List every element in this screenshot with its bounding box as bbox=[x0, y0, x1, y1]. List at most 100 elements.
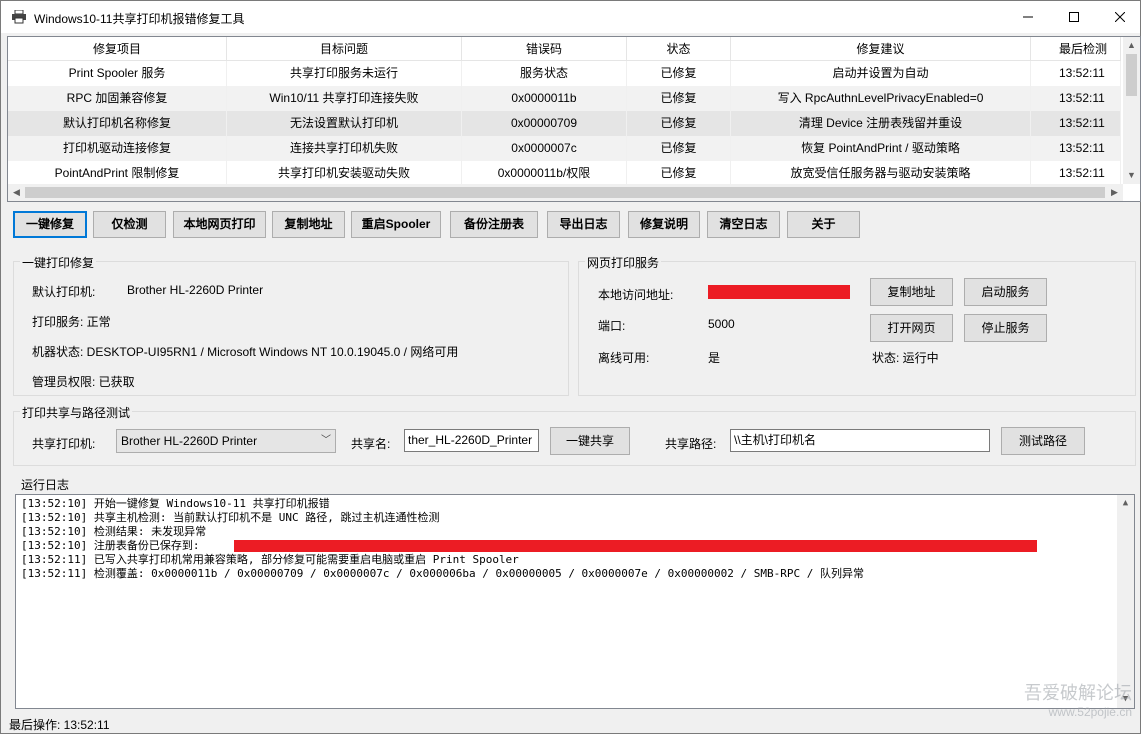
table-row[interactable]: 打印机驱动连接修复 连接共享打印机失败 0x0000007c 已修复 恢复 Po… bbox=[8, 136, 1121, 161]
log-title: 运行日志 bbox=[21, 478, 70, 492]
log-line: [13:52:10] 共享主机检测: 当前默认打印机不是 UNC 路径, 跳过主… bbox=[21, 511, 440, 524]
table-row-selected[interactable]: 默认打印机名称修复 无法设置默认打印机 0x00000709 已修复 清理 De… bbox=[8, 111, 1121, 136]
one-click-share-button[interactable]: 一键共享 bbox=[550, 427, 630, 455]
offline-value: 是 bbox=[708, 351, 721, 365]
printer-icon bbox=[12, 10, 26, 24]
table-cell: 恢复 PointAndPrint / 驱动策略 bbox=[731, 136, 1031, 161]
redacted-path bbox=[234, 540, 1037, 552]
log-line-text: [13:52:10] 注册表备份已保存到: bbox=[21, 539, 200, 552]
table-cell: 放宽受信任服务器与驱动安装策略 bbox=[731, 161, 1031, 186]
minimize-button[interactable] bbox=[1005, 1, 1051, 33]
start-service-button[interactable]: 启动服务 bbox=[964, 278, 1047, 306]
detect-only-button[interactable]: 仅检测 bbox=[93, 211, 166, 238]
share-name-input[interactable]: ther_HL-2260D_Printer bbox=[404, 429, 539, 452]
export-log-button[interactable]: 导出日志 bbox=[547, 211, 620, 238]
scroll-right-icon[interactable]: ▶ bbox=[1106, 184, 1123, 201]
table-cell: 打印机驱动连接修复 bbox=[8, 136, 227, 161]
web-copy-address-button[interactable]: 复制地址 bbox=[870, 278, 953, 306]
log-line: [13:52:10] 开始一键修复 Windows10-11 共享打印机报错 bbox=[21, 497, 330, 510]
last-operation-status: 最后操作: 13:52:11 bbox=[9, 718, 110, 732]
log-line: [13:52:11] 已写入共享打印机常用兼容策略, 部分修复可能需要重启电脑或… bbox=[21, 553, 519, 566]
table-cell: RPC 加固兼容修复 bbox=[8, 86, 227, 111]
offline-label: 离线可用: bbox=[598, 351, 650, 365]
share-name-label: 共享名: bbox=[351, 437, 391, 451]
table-header: 修复项目 目标问题 错误码 状态 修复建议 最后检测 bbox=[8, 37, 1121, 61]
share-printer-select[interactable]: Brother HL-2260D Printer ﹀ bbox=[116, 429, 336, 453]
column-header[interactable]: 修复建议 bbox=[731, 37, 1031, 61]
watermark-line-1: 吾爱破解论坛 bbox=[1024, 683, 1132, 703]
column-header[interactable]: 目标问题 bbox=[227, 37, 462, 61]
table-cell: 已修复 bbox=[627, 161, 731, 186]
table-cell: 共享打印机安装驱动失败 bbox=[227, 161, 462, 186]
copy-address-button[interactable]: 复制地址 bbox=[272, 211, 345, 238]
group-title: 一键打印修复 bbox=[20, 254, 97, 271]
table-cell: 13:52:11 bbox=[1031, 111, 1121, 136]
port-label: 端口: bbox=[598, 319, 626, 333]
table-cell: 13:52:11 bbox=[1031, 86, 1121, 111]
maximize-icon bbox=[1069, 12, 1079, 22]
column-header[interactable]: 最后检测 bbox=[1031, 37, 1121, 61]
table-cell: 启动并设置为自动 bbox=[731, 61, 1031, 86]
window-title: Windows10-11共享打印机报错修复工具 bbox=[34, 12, 245, 26]
maximize-button[interactable] bbox=[1051, 1, 1097, 33]
table-cell: 0x0000011b bbox=[462, 86, 627, 111]
column-header[interactable]: 状态 bbox=[627, 37, 731, 61]
table-cell: 已修复 bbox=[627, 136, 731, 161]
scroll-up-icon[interactable]: ▲ bbox=[1123, 37, 1140, 54]
machine-state: 机器状态: DESKTOP-UI95RN1 / Microsoft Window… bbox=[32, 345, 459, 359]
table-row[interactable]: PointAndPrint 限制修复 共享打印机安装驱动失败 0x0000011… bbox=[8, 161, 1121, 186]
local-address-label: 本地访问地址: bbox=[598, 288, 674, 302]
table-cell: Print Spooler 服务 bbox=[8, 61, 227, 86]
watermark: 吾爱破解论坛 www.52pojie.cn bbox=[1024, 679, 1132, 719]
scroll-thumb[interactable] bbox=[25, 187, 1105, 198]
table-cell: 0x0000007c bbox=[462, 136, 627, 161]
log-textbox[interactable]: [13:52:10] 开始一键修复 Windows10-11 共享打印机报错 [… bbox=[15, 494, 1135, 709]
redacted-address bbox=[708, 285, 850, 299]
backup-registry-button[interactable]: 备份注册表 bbox=[450, 211, 538, 238]
admin-permission: 管理员权限: 已获取 bbox=[32, 375, 135, 389]
group-title: 网页打印服务 bbox=[585, 254, 662, 271]
share-path-input[interactable]: \\主机\打印机名 bbox=[730, 429, 990, 452]
one-click-repair-button[interactable]: 一键修复 bbox=[13, 211, 87, 238]
about-button[interactable]: 关于 bbox=[787, 211, 860, 238]
restart-spooler-button[interactable]: 重启Spooler bbox=[351, 211, 441, 238]
local-web-print-button[interactable]: 本地网页打印 bbox=[173, 211, 266, 238]
table-cell: 无法设置默认打印机 bbox=[227, 111, 462, 136]
stop-service-button[interactable]: 停止服务 bbox=[964, 314, 1047, 342]
default-printer-label: 默认打印机: bbox=[32, 285, 96, 299]
default-printer-value: Brother HL-2260D Printer bbox=[127, 283, 264, 297]
watermark-line-2: www.52pojie.cn bbox=[1048, 705, 1132, 719]
table-horizontal-scrollbar[interactable]: ◀ ▶ bbox=[8, 184, 1123, 201]
table-cell: PointAndPrint 限制修复 bbox=[8, 161, 227, 186]
scroll-up-icon[interactable]: ▲ bbox=[1117, 495, 1134, 512]
port-value: 5000 bbox=[708, 317, 735, 331]
column-header[interactable]: 错误码 bbox=[462, 37, 627, 61]
clear-log-button[interactable]: 清空日志 bbox=[707, 211, 780, 238]
close-icon bbox=[1115, 12, 1125, 22]
web-print-groupbox: 网页打印服务 bbox=[578, 254, 1136, 396]
log-vertical-scrollbar[interactable]: ▲ ▼ bbox=[1117, 495, 1134, 708]
test-path-button[interactable]: 测试路径 bbox=[1001, 427, 1085, 455]
chevron-down-icon: ﹀ bbox=[321, 435, 331, 446]
share-path-label: 共享路径: bbox=[665, 437, 717, 451]
scroll-down-icon[interactable]: ▼ bbox=[1123, 167, 1140, 184]
table-cell: 服务状态 bbox=[462, 61, 627, 86]
group-title: 打印共享与路径测试 bbox=[20, 404, 133, 421]
title-bar: Windows10-11共享打印机报错修复工具 bbox=[1, 1, 1140, 33]
table-row[interactable]: Print Spooler 服务 共享打印服务未运行 服务状态 已修复 启动并设… bbox=[8, 61, 1121, 86]
app-window: Windows10-11共享打印机报错修复工具 修复项目 目标问题 错误码 状态… bbox=[0, 0, 1141, 734]
column-header[interactable]: 修复项目 bbox=[8, 37, 227, 61]
scroll-thumb[interactable] bbox=[1126, 54, 1137, 96]
scroll-left-icon[interactable]: ◀ bbox=[8, 184, 25, 201]
table-vertical-scrollbar[interactable]: ▲ ▼ bbox=[1123, 37, 1140, 184]
repair-items-table[interactable]: 修复项目 目标问题 错误码 状态 修复建议 最后检测 Print Spooler… bbox=[7, 36, 1141, 202]
table-cell: 已修复 bbox=[627, 61, 731, 86]
service-status: 状态: 运行中 bbox=[872, 351, 939, 365]
table-row[interactable]: RPC 加固兼容修复 Win10/11 共享打印连接失败 0x0000011b … bbox=[8, 86, 1121, 111]
table-cell: 写入 RpcAuthnLevelPrivacyEnabled=0 bbox=[731, 86, 1031, 111]
close-button[interactable] bbox=[1097, 1, 1141, 33]
print-service-status: 打印服务: 正常 bbox=[32, 315, 111, 329]
repair-notes-button[interactable]: 修复说明 bbox=[628, 211, 700, 238]
open-webpage-button[interactable]: 打开网页 bbox=[870, 314, 953, 342]
log-line: [13:52:10] 检测结果: 未发现异常 bbox=[21, 525, 207, 538]
